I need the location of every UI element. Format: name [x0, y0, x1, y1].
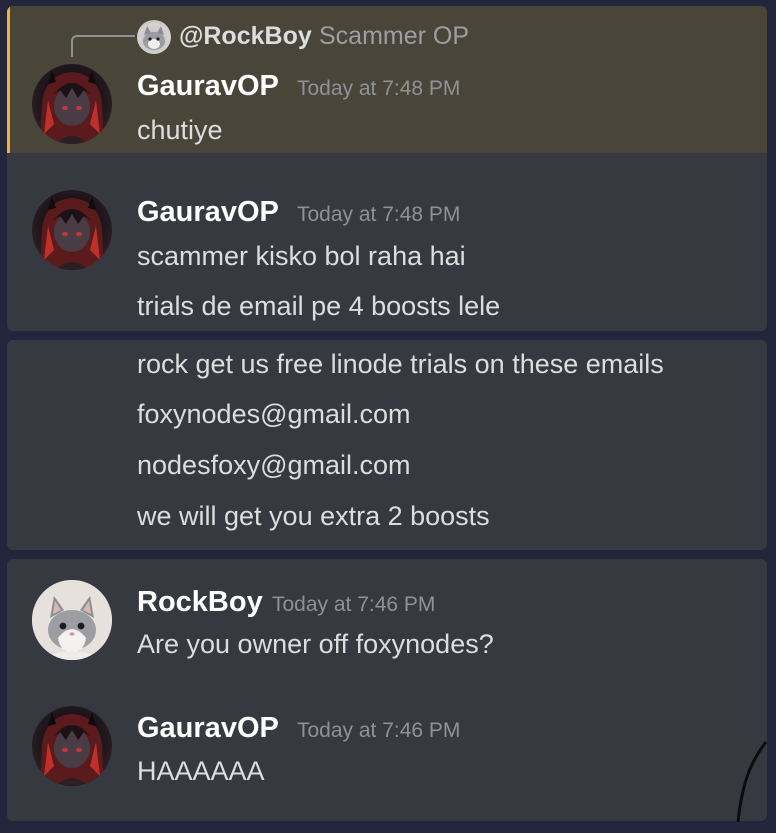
avatar[interactable] [32, 64, 112, 144]
message-text: nodesfoxy@gmail.com [137, 450, 411, 480]
message-text: foxynodes@gmail.com [137, 399, 411, 429]
anime-avatar [40, 196, 104, 270]
message-author[interactable]: GauravOP [137, 196, 279, 229]
message-author[interactable]: GauravOP [137, 712, 279, 745]
avatar[interactable] [32, 580, 112, 660]
message-panel-3: RockBoy Today at 7:46 PM Are you owner o… [7, 559, 767, 821]
mention-highlight-bar [7, 6, 10, 153]
reply-message-preview[interactable]: Scammer OP [319, 22, 469, 51]
message-timestamp[interactable]: Today at 7:46 PM [297, 719, 460, 743]
reply-username[interactable]: @RockBoy [179, 22, 312, 51]
message-text: scammer kisko bol raha hai [137, 241, 466, 271]
cat-face-icon [143, 26, 165, 50]
message-panel-1: @RockBoy Scammer OP GauravOP Today at 7:… [7, 6, 767, 331]
message-text: HAAAAAA [137, 756, 265, 786]
message-panel-2: rock get us free linode trials on these … [7, 340, 767, 550]
message-text: rock get us free linode trials on these … [137, 349, 664, 379]
reply-avatar[interactable] [137, 20, 171, 54]
cat-avatar [32, 580, 112, 660]
reply-connector-icon [71, 35, 135, 57]
message-timestamp[interactable]: Today at 7:48 PM [297, 77, 460, 101]
avatar[interactable] [32, 706, 112, 786]
message-timestamp[interactable]: Today at 7:46 PM [272, 593, 435, 617]
message-timestamp[interactable]: Today at 7:48 PM [297, 203, 460, 227]
message-author[interactable]: GauravOP [137, 70, 279, 103]
message-text: trials de email pe 4 boosts lele [137, 291, 501, 321]
scribble-mark [736, 741, 768, 823]
anime-avatar [40, 70, 104, 144]
message-text: Are you owner off foxynodes? [137, 629, 494, 659]
message-text: we will get you extra 2 boosts [137, 501, 490, 531]
message-author[interactable]: RockBoy [137, 586, 263, 619]
avatar[interactable] [32, 190, 112, 270]
message-text: chutiye [137, 115, 223, 145]
anime-avatar [40, 712, 104, 786]
